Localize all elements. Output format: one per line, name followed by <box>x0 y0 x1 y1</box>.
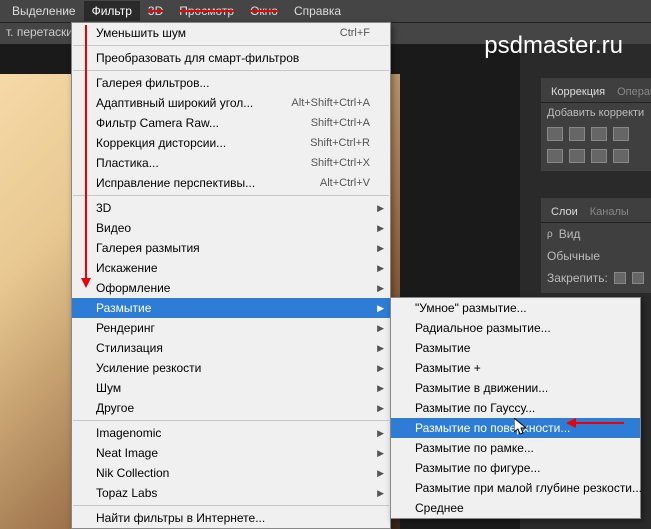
lock-pixels-icon[interactable] <box>614 272 626 284</box>
blur-submenu: "Умное" размытие... Радиальное размытие.… <box>390 297 641 519</box>
menu-item-blur-gallery[interactable]: Галерея размытия▶ <box>72 238 390 258</box>
watermark: psdmaster.ru <box>484 32 623 60</box>
menu-item-vanishing-point[interactable]: Исправление перспективы...Alt+Ctrl+V <box>72 173 390 193</box>
menu-3d[interactable]: 3D <box>140 1 171 21</box>
right-panels: Коррекция Операции Добавить корректи <box>541 78 651 171</box>
menu-item-browse-online[interactable]: Найти фильтры в Интернете... <box>72 508 390 528</box>
filter-menu: Уменьшить шумCtrl+F Преобразовать для см… <box>71 22 391 529</box>
menu-item-stylize-decor[interactable]: Оформление▶ <box>72 278 390 298</box>
layers-panel: Слои Каналы ρВид Обычные Закрепить: <box>541 198 651 293</box>
menu-item-blur[interactable]: Размытие▶ <box>72 298 390 318</box>
menu-item-filter-gallery[interactable]: Галерея фильтров... <box>72 73 390 93</box>
adj-icon-7[interactable] <box>591 149 607 163</box>
submenu-blur-more[interactable]: Размытие + <box>391 358 640 378</box>
add-correction-label: Добавить корректи <box>541 103 651 123</box>
submenu-shape-blur[interactable]: Размытие по фигуре... <box>391 458 640 478</box>
lock-position-icon[interactable] <box>632 272 644 284</box>
menu-item-adaptive-wide[interactable]: Адаптивный широкий угол...Alt+Shift+Ctrl… <box>72 93 390 113</box>
menu-item-noise[interactable]: Шум▶ <box>72 378 390 398</box>
menu-window[interactable]: Окно <box>242 1 286 21</box>
menu-item-other[interactable]: Другое▶ <box>72 398 390 418</box>
menu-item-distort[interactable]: Искажение▶ <box>72 258 390 278</box>
submenu-average[interactable]: Среднее <box>391 498 640 518</box>
menu-item-camera-raw[interactable]: Фильтр Camera Raw...Shift+Ctrl+A <box>72 113 390 133</box>
lock-label: Закрепить: <box>547 271 608 285</box>
adj-icon-8[interactable] <box>613 149 629 163</box>
submenu-smart-blur[interactable]: "Умное" размытие... <box>391 298 640 318</box>
tab-channels[interactable]: Каналы <box>586 204 633 220</box>
adj-icon-6[interactable] <box>569 149 585 163</box>
menu-item-3d[interactable]: 3D▶ <box>72 198 390 218</box>
submenu-motion-blur[interactable]: Размытие в движении... <box>391 378 640 398</box>
menu-item-last-filter[interactable]: Уменьшить шумCtrl+F <box>72 23 390 43</box>
submenu-lens-blur[interactable]: Размытие при малой глубине резкости... <box>391 478 640 498</box>
submenu-surface-blur[interactable]: Размытие по поверхности... <box>391 418 640 438</box>
adj-icon-2[interactable] <box>569 127 585 141</box>
submenu-box-blur[interactable]: Размытие по рамке... <box>391 438 640 458</box>
menu-item-imagenomic[interactable]: Imagenomic▶ <box>72 423 390 443</box>
menu-item-topaz[interactable]: Topaz Labs▶ <box>72 483 390 503</box>
submenu-gaussian-blur[interactable]: Размытие по Гауссу... <box>391 398 640 418</box>
menu-help[interactable]: Справка <box>286 1 349 21</box>
adj-icon-4[interactable] <box>613 127 629 141</box>
menu-view[interactable]: Просмотр <box>171 1 242 21</box>
menu-item-video[interactable]: Видео▶ <box>72 218 390 238</box>
menu-item-render[interactable]: Рендеринг▶ <box>72 318 390 338</box>
menu-item-neat-image[interactable]: Neat Image▶ <box>72 443 390 463</box>
menu-item-nik[interactable]: Nik Collection▶ <box>72 463 390 483</box>
adj-icon-5[interactable] <box>547 149 563 163</box>
menu-item-lens-correction[interactable]: Коррекция дисторсии...Shift+Ctrl+R <box>72 133 390 153</box>
tab-corrections[interactable]: Коррекция <box>547 84 609 100</box>
menu-item-smart[interactable]: Преобразовать для смарт-фильтров <box>72 48 390 68</box>
tab-layers[interactable]: Слои <box>547 204 582 220</box>
blend-mode-dropdown[interactable]: Обычные <box>547 249 600 263</box>
menu-filter[interactable]: Фильтр <box>84 1 140 21</box>
menu-item-stylize[interactable]: Стилизация▶ <box>72 338 390 358</box>
kind-dropdown[interactable]: Вид <box>559 227 581 241</box>
tab-actions[interactable]: Операции <box>613 84 651 100</box>
menubar: Выделение Фильтр 3D Просмотр Окно Справк… <box>0 0 651 22</box>
adj-icon-3[interactable] <box>591 127 607 141</box>
menu-selection[interactable]: Выделение <box>4 1 84 21</box>
adj-icon-1[interactable] <box>547 127 563 141</box>
submenu-radial-blur[interactable]: Радиальное размытие... <box>391 318 640 338</box>
submenu-blur[interactable]: Размытие <box>391 338 640 358</box>
menu-item-liquify[interactable]: Пластика...Shift+Ctrl+X <box>72 153 390 173</box>
menu-item-sharpen[interactable]: Усиление резкости▶ <box>72 358 390 378</box>
